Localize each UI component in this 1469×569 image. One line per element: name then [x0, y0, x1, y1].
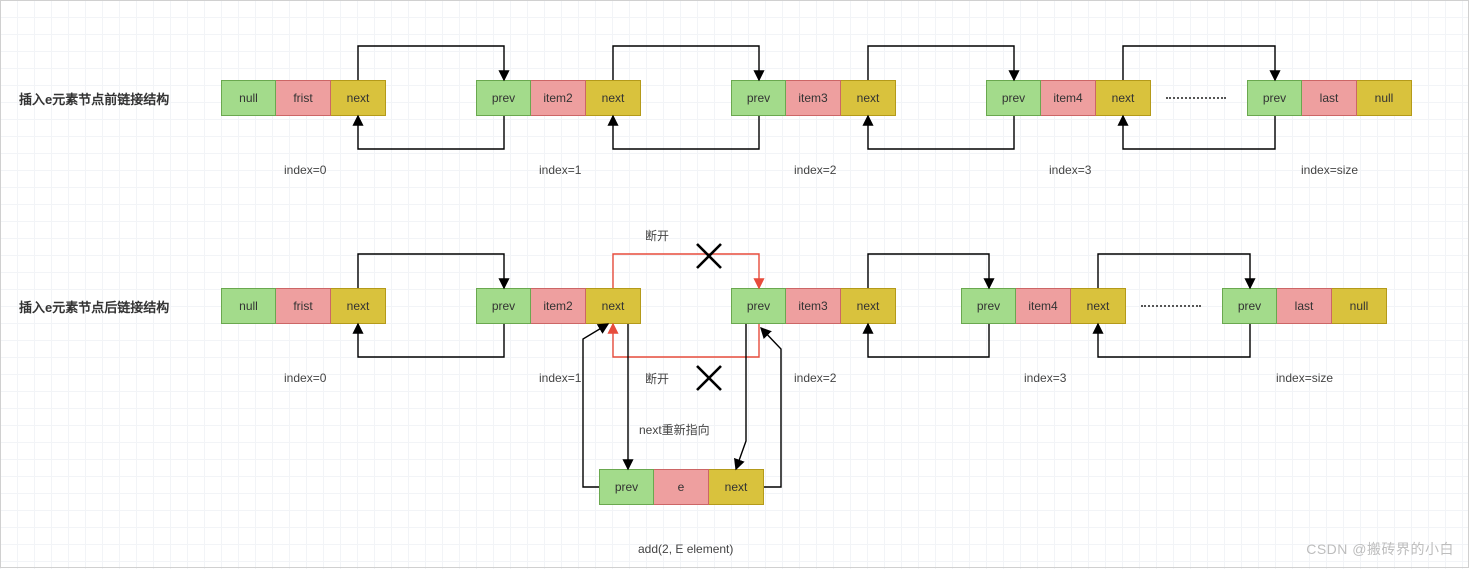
ellipsis-1 [1166, 97, 1226, 99]
cell-next: next [1071, 288, 1126, 324]
cell-next: next [586, 288, 641, 324]
cell-prev: prev [1222, 288, 1277, 324]
cell-next: next [709, 469, 764, 505]
r1-node-0: null frist next [221, 80, 386, 116]
cell-prev: prev [476, 80, 531, 116]
cell-prev: prev [986, 80, 1041, 116]
cell-prev: prev [599, 469, 654, 505]
r2-idx-4: index=size [1276, 371, 1333, 385]
r2-idx-2: index=2 [794, 371, 836, 385]
cell-next: next [331, 80, 386, 116]
cell-prev: prev [476, 288, 531, 324]
r2-idx-3: index=3 [1024, 371, 1066, 385]
r2-node-2: prev item3 next [731, 288, 896, 324]
r1-idx-0: index=0 [284, 163, 326, 177]
cell-prev: prev [1247, 80, 1302, 116]
cell-prev: prev [731, 80, 786, 116]
cell-null: null [1332, 288, 1387, 324]
r1-idx-1: index=1 [539, 163, 581, 177]
cell-item2: item2 [531, 288, 586, 324]
cell-item4: item4 [1041, 80, 1096, 116]
r1-node-2: prev item3 next [731, 80, 896, 116]
cell-frist: frist [276, 288, 331, 324]
repoint-label: next重新指向 [639, 421, 710, 438]
r1-idx-3: index=3 [1049, 163, 1091, 177]
r2-node-3: prev item4 next [961, 288, 1126, 324]
add-call-label: add(2, E element) [638, 542, 733, 556]
cell-null: null [1357, 80, 1412, 116]
cell-null: null [221, 288, 276, 324]
cell-item3: item3 [786, 288, 841, 324]
cell-last: last [1302, 80, 1357, 116]
cell-frist: frist [276, 80, 331, 116]
cell-next: next [841, 288, 896, 324]
cell-last: last [1277, 288, 1332, 324]
cell-null: null [221, 80, 276, 116]
cell-item3: item3 [786, 80, 841, 116]
cell-next: next [586, 80, 641, 116]
r1-idx-4: index=size [1301, 163, 1358, 177]
r2-node-1: prev item2 next [476, 288, 641, 324]
cell-next: next [331, 288, 386, 324]
cell-item2: item2 [531, 80, 586, 116]
break-label-bottom: 断开 [645, 370, 669, 387]
r1-node-4: prev last null [1247, 80, 1412, 116]
r2-idx-0: index=0 [284, 371, 326, 385]
cell-next: next [841, 80, 896, 116]
r2-node-4: prev last null [1222, 288, 1387, 324]
r1-idx-2: index=2 [794, 163, 836, 177]
cell-prev: prev [731, 288, 786, 324]
cell-e: e [654, 469, 709, 505]
r1-node-3: prev item4 next [986, 80, 1151, 116]
watermark: CSDN @搬砖界的小白 [1306, 539, 1454, 559]
r2-idx-1: index=1 [539, 371, 581, 385]
cell-item4: item4 [1016, 288, 1071, 324]
cell-prev: prev [961, 288, 1016, 324]
r1-node-1: prev item2 next [476, 80, 641, 116]
cell-next: next [1096, 80, 1151, 116]
new-node: prev e next [599, 469, 764, 505]
title-after: 插入e元素节点后链接结构 [19, 297, 169, 316]
ellipsis-2 [1141, 305, 1201, 307]
r2-node-0: null frist next [221, 288, 386, 324]
title-before: 插入e元素节点前链接结构 [19, 89, 169, 108]
break-label-top: 断开 [645, 227, 669, 244]
